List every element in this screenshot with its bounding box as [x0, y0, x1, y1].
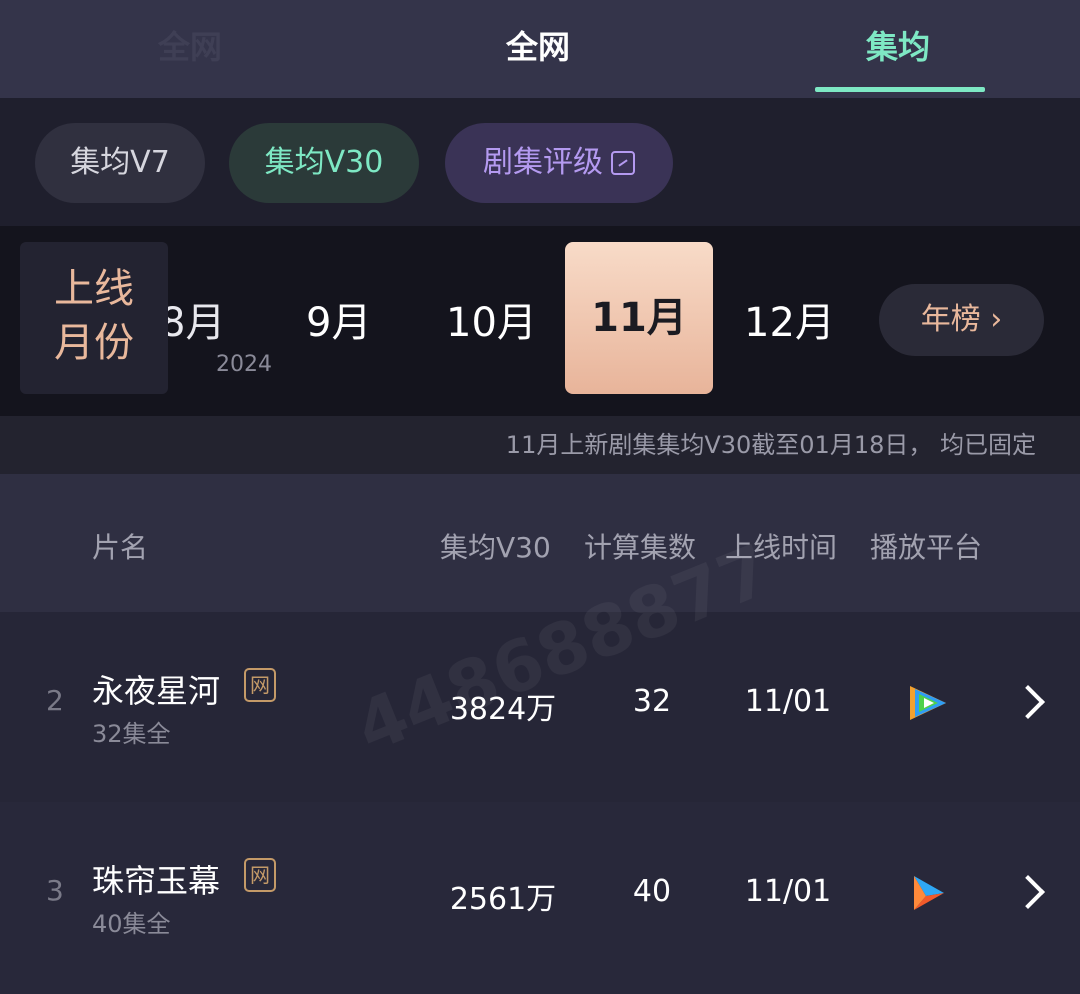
chip-rating-label: 剧集评级	[483, 145, 603, 180]
youku-icon	[914, 876, 944, 910]
chip-series-rating[interactable]: 剧集评级	[445, 123, 673, 203]
chevron-right-icon[interactable]	[1011, 875, 1045, 909]
month-9[interactable]: 9月	[306, 290, 371, 348]
tab-episode-average[interactable]: 集均	[866, 22, 930, 68]
web-series-badge: 网	[244, 668, 276, 702]
header-title: 片名	[92, 531, 149, 564]
tab-all-network[interactable]: 全网	[506, 22, 570, 68]
series-title: 永夜星河	[92, 672, 221, 710]
active-tab-indicator	[815, 87, 985, 92]
chip-v30-label: 集均V30	[264, 145, 384, 180]
tab-faded[interactable]: 全网	[158, 22, 222, 68]
month-11-selected[interactable]: 11月	[565, 242, 713, 394]
rank-number: 2	[46, 684, 64, 717]
top-tab-bar: 全网 全网 集均	[0, 0, 1080, 98]
chip-v7[interactable]: 集均V7	[35, 123, 205, 203]
external-link-icon	[611, 151, 635, 175]
tencent-video-icon	[910, 686, 946, 720]
month-12[interactable]: 12月	[744, 290, 835, 348]
episode-count-value: 40	[632, 874, 672, 909]
table-header: 片名 集均V30 计算集数 上线时间 播放平台	[0, 474, 1080, 612]
header-episode-count: 计算集数	[584, 531, 697, 564]
header-platform: 播放平台	[870, 531, 983, 564]
metric-chip-row: 集均V7 集均V30 剧集评级	[0, 98, 1080, 226]
annual-ranking-button[interactable]: 年榜 ›	[879, 284, 1044, 356]
series-title: 珠帘玉幕	[92, 862, 221, 900]
episode-count-value: 32	[632, 684, 672, 719]
chevron-right-icon[interactable]	[1011, 685, 1045, 719]
app-root: 全网 全网 集均 集均V7 集均V30 剧集评级 上线 月份 8月 2024 9…	[0, 0, 1080, 994]
launch-date-value: 11/01	[744, 684, 832, 719]
month-selector: 上线 月份 8月 2024 9月 10月 11月 12月 年榜 ›	[0, 226, 1080, 416]
v30-value: 2561万	[449, 882, 557, 917]
table-row[interactable]: 2 永夜星河 网 32集全 3824万 32 11/01	[0, 612, 1080, 802]
month-10[interactable]: 10月	[446, 290, 537, 348]
launch-month-label-line1: 上线	[54, 266, 134, 312]
chip-v30[interactable]: 集均V30	[229, 123, 419, 203]
episodes-note: 40集全	[92, 910, 171, 938]
header-v30[interactable]: 集均V30	[440, 526, 551, 566]
episodes-note: 32集全	[92, 720, 171, 748]
header-launch-date: 上线时间	[725, 531, 838, 564]
year-label: 2024	[216, 352, 272, 377]
rank-number: 3	[46, 874, 64, 907]
v30-value: 3824万	[449, 692, 557, 727]
month-8[interactable]: 8月	[160, 290, 225, 348]
web-series-badge: 网	[244, 858, 276, 892]
data-notice: 11月上新剧集集均V30截至01月18日， 均已固定	[0, 416, 1080, 474]
launch-month-label: 上线 月份	[20, 242, 168, 394]
chip-v7-label: 集均V7	[70, 145, 170, 180]
launch-date-value: 11/01	[744, 874, 832, 909]
launch-month-label-line2: 月份	[54, 320, 134, 366]
table-row[interactable]: 3 珠帘玉幕 网 40集全 2561万 40 11/01	[0, 802, 1080, 994]
